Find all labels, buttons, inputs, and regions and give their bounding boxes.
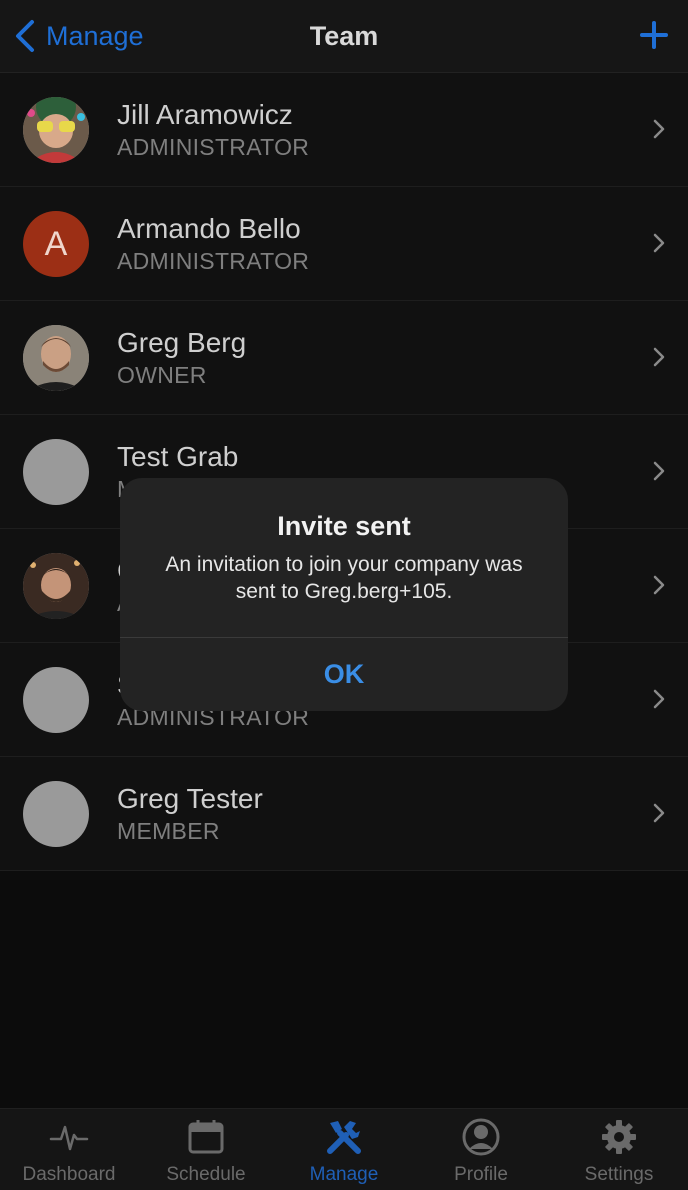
tab-settings[interactable]: Settings xyxy=(550,1109,688,1190)
navigation-bar: Manage Team xyxy=(0,0,688,73)
tab-label: Manage xyxy=(309,1164,379,1185)
tab-bar: Dashboard Schedule Manage Profile Settin… xyxy=(0,1108,688,1190)
team-list: Jill Aramowicz ADMINISTRATOR A Armando B… xyxy=(0,73,688,871)
tools-icon xyxy=(327,1121,361,1154)
avatar: A xyxy=(23,211,89,277)
chevron-right-icon xyxy=(653,119,665,139)
member-name: Armando Bello xyxy=(117,213,301,244)
calendar-icon xyxy=(188,1120,224,1154)
avatar xyxy=(23,325,89,391)
tab-dashboard[interactable]: Dashboard xyxy=(0,1109,138,1190)
tab-label: Dashboard xyxy=(22,1164,116,1185)
alert-title: Invite sent xyxy=(277,511,411,541)
page-title: Team xyxy=(309,21,379,51)
chevron-right-icon xyxy=(653,575,665,595)
tab-label: Profile xyxy=(454,1164,508,1185)
team-member-row[interactable]: Jill Aramowicz ADMINISTRATOR xyxy=(0,73,688,187)
tab-schedule[interactable]: Schedule xyxy=(137,1109,275,1190)
avatar xyxy=(23,97,89,163)
chevron-right-icon xyxy=(653,803,665,823)
tab-label: Settings xyxy=(584,1164,654,1185)
avatar xyxy=(23,439,89,505)
chevron-right-icon xyxy=(653,347,665,367)
member-name: Test Grab xyxy=(117,441,239,472)
chevron-right-icon xyxy=(653,233,665,253)
tab-label: Schedule xyxy=(166,1164,246,1185)
avatar xyxy=(23,553,89,619)
tab-profile[interactable]: Profile xyxy=(412,1109,550,1190)
member-role: ADMINISTRATOR xyxy=(117,248,310,274)
avatar xyxy=(23,667,89,733)
pulse-icon xyxy=(49,1125,89,1151)
member-role: OWNER xyxy=(117,362,207,388)
team-member-row[interactable]: Greg Berg OWNER xyxy=(0,301,688,415)
user-circle-icon xyxy=(462,1118,500,1156)
chevron-right-icon xyxy=(653,461,665,481)
team-member-row[interactable]: Greg Tester MEMBER xyxy=(0,757,688,871)
member-name: Greg Tester xyxy=(117,783,263,814)
tab-manage[interactable]: Manage xyxy=(275,1109,413,1190)
member-name: Greg Berg xyxy=(117,327,247,358)
plus-icon xyxy=(640,21,668,49)
chevron-right-icon xyxy=(653,689,665,709)
alert-message: An invitation to join your company was s… xyxy=(165,553,523,603)
invite-sent-alert: Invite sent An invitation to join your c… xyxy=(120,478,568,711)
gear-icon xyxy=(602,1120,636,1154)
member-role: ADMINISTRATOR xyxy=(117,134,310,160)
avatar-initial: A xyxy=(23,211,89,277)
ok-button[interactable]: OK xyxy=(120,638,568,711)
team-member-row[interactable]: A Armando Bello ADMINISTRATOR xyxy=(0,187,688,301)
avatar xyxy=(23,781,89,847)
add-member-button[interactable] xyxy=(640,18,668,52)
member-name: Jill Aramowicz xyxy=(117,99,293,130)
member-role: MEMBER xyxy=(117,818,220,844)
